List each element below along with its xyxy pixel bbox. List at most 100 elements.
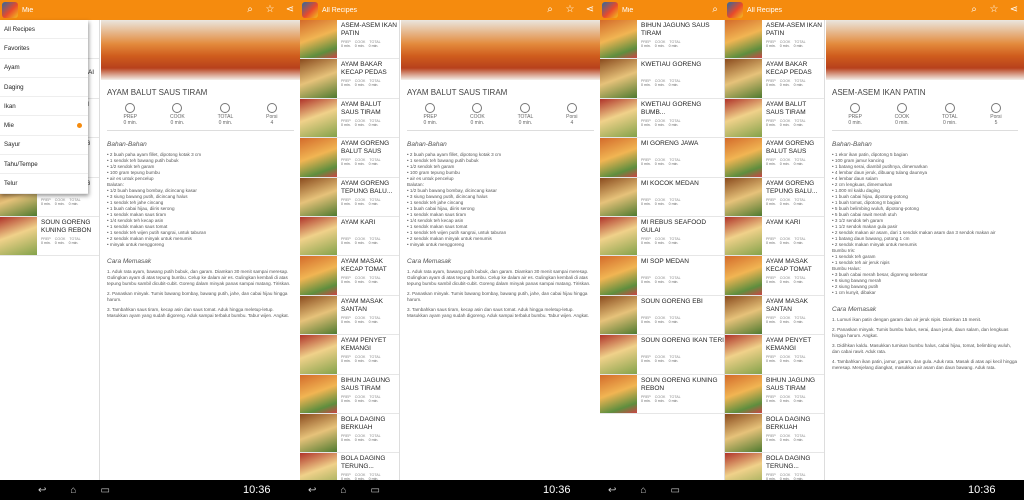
recipe-name: AYAM BALUT SAUS TIRAM — [766, 100, 807, 116]
search-icon[interactable]: ⌕ — [964, 0, 984, 20]
stat-value: 0 min. — [848, 120, 862, 126]
screen-3: Mie ⌕ BIHUN JAGUNG SAUS TIRAM PREP COOK TOT… — [600, 0, 725, 480]
share-icon[interactable]: ⋖ — [1004, 0, 1024, 20]
list-item[interactable]: BIHUN JAGUNG SAUS TIRAM PREP COOK TOTAL 0 mi… — [600, 20, 724, 60]
list-item[interactable]: AYAM GORENG TEPUNG BALU... PREP COOK TOTAL 0… — [725, 177, 824, 217]
back-icon[interactable]: ↩ — [308, 485, 316, 496]
star-icon[interactable]: ☆ — [560, 0, 580, 20]
time-value: 0 min. — [41, 240, 51, 245]
list-item[interactable]: BOLA DAGING TERUNG... PREP COOK TOTAL 0 min.… — [300, 453, 399, 480]
list-item[interactable]: BIHUN JAGUNG SAUS TIRAM PREP COOK TOTAL 0 mi… — [725, 374, 824, 414]
search-icon[interactable]: ⌕ — [240, 0, 260, 20]
list-item[interactable]: KWETIAU GORENG PREP COOK TOTAL 0 min. 0 min. 0… — [600, 59, 724, 99]
list-item[interactable]: AYAM GORENG TEPUNG BALU... PREP COOK TOTAL 0… — [300, 177, 399, 217]
list-item[interactable]: BOLA DAGING BERKUAH PREP COOK TOTAL 0 min. 0 … — [300, 413, 399, 454]
list-item[interactable]: MI SOP MEDANPREPCOOKTOTAL0 min.0 min.0 m… — [600, 256, 724, 296]
search-icon[interactable]: ⌕ — [705, 0, 725, 20]
menu-item-favorites[interactable]: Favorites — [0, 39, 88, 59]
time-value: 0 min. — [354, 201, 365, 206]
time-values: 0 min.0 min.0 min. — [766, 359, 824, 363]
time-value: 0 min. — [779, 359, 790, 364]
time-value: 0 min. — [354, 398, 365, 403]
time-values: 0 min.0 min.0 min. — [641, 320, 724, 324]
time-value: 0 min. — [793, 398, 804, 403]
app-logo-icon[interactable] — [727, 2, 743, 18]
app-logo-icon[interactable] — [602, 2, 618, 18]
recipe-name: ASEM-ASEM IKAN PATIN — [766, 22, 822, 37]
list-item[interactable]: BOLA DAGING BERKUAH PREP COOK TOTAL 0 min. 0 … — [725, 413, 824, 454]
list-item[interactable]: ASEM-ASEM IKAN PATIN PREP COOK TOTAL 0 min. 0… — [300, 20, 399, 60]
time-value: 0 min. — [668, 162, 679, 167]
action-bar-title[interactable]: All Recipes — [747, 7, 964, 14]
list-item-body: SOUN GORENG KUNING REBON PREP COOK TOTAL 0 m… — [37, 217, 99, 255]
list-item[interactable]: MI REBUS SEAFOOD GULAIPREPCOOKTOTAL0 min… — [600, 216, 724, 257]
action-bar-title[interactable]: All Recipes — [322, 7, 540, 14]
action-bar-title[interactable]: Mie — [622, 7, 705, 14]
list-item[interactable]: AYAM GORENG BALUT SAUS PREP COOK TOTAL 0 min… — [725, 138, 824, 178]
home-icon[interactable]: ⌂ — [70, 485, 76, 496]
list-item[interactable]: AYAM MASAK SANTAN PREP COOK TOTAL 0 min. 0 mi… — [300, 295, 399, 336]
home-icon[interactable]: ⌂ — [640, 485, 646, 496]
list-item[interactable]: ASEM-ASEM IKAN PATIN PREP COOK TOTAL 0 min. 0… — [725, 20, 824, 60]
list-item[interactable]: KWETIAU GORENG BUMB... PREP COOK TOTAL 0 min… — [600, 98, 724, 139]
back-icon[interactable]: ↩ — [38, 485, 46, 496]
stat-cook: COOK 0 min. — [170, 103, 185, 126]
list-item[interactable]: AYAM KARI PREP COOK TOTAL 0 min. 0 min. 0 min. — [725, 216, 824, 257]
menu-item-mie[interactable]: Mie — [0, 116, 88, 136]
time-values: 0 min.0 min.0 min. — [641, 83, 724, 87]
app-logo-icon[interactable] — [302, 2, 318, 18]
list-item[interactable]: AYAM GORENG BALUT SAUS PREP COOK TOTAL 0 min… — [300, 138, 399, 178]
step: 3. Didihkan kaldu. Masukkan tumisan bumb… — [832, 343, 1011, 354]
list-item[interactable]: BIHUN JAGUNG SAUS TIRAM PREP COOK TOTAL 0 mi… — [300, 374, 399, 414]
list-item[interactable]: AYAM BALUT SAUS TIRAM PREP COOK TOTAL 0 min.… — [725, 98, 824, 139]
search-icon[interactable]: ⌕ — [540, 0, 560, 20]
home-icon[interactable]: ⌂ — [340, 485, 346, 496]
back-icon[interactable]: ↩ — [608, 485, 616, 496]
recipe-stats: PREP 0 min. COOK 0 min. TOTAL 0 min. Porsi 5 — [832, 103, 1018, 131]
list-item[interactable]: SOUN GORENG EBIPREPCOOKTOTAL0 min.0 min.… — [600, 295, 724, 336]
list-item[interactable]: AYAM KARI PREP COOK TOTAL 0 min. 0 min. 0 min. — [300, 216, 399, 257]
app-logo-icon[interactable] — [2, 2, 18, 18]
star-icon[interactable]: ☆ — [260, 0, 280, 20]
recent-apps-icon[interactable]: ▭ — [370, 485, 379, 496]
list-item-body: AYAM KARI PREP COOK TOTAL 0 min. 0 min. 0 min. — [337, 217, 399, 255]
list-item[interactable]: MI KOCOK MEDAN PREP COOK TOTAL 0 min. 0 min. 0… — [600, 177, 724, 217]
list-item[interactable]: AYAM MASAK KECAP TOMAT PREP COOK TOTAL 0 min… — [300, 256, 399, 296]
menu-item-sayur[interactable]: Sayur — [0, 136, 88, 156]
list-item[interactable]: AYAM BAKAR KECAP PEDAS PREP COOK TOTAL 0 min… — [725, 59, 824, 99]
star-icon[interactable]: ☆ — [984, 0, 1004, 20]
list-item[interactable]: BOLA DAGING TERUNG... PREP COOK TOTAL 0 min.… — [725, 453, 824, 480]
list-item[interactable]: AYAM MASAK KECAP TOMAT PREP COOK TOTAL 0 min… — [725, 256, 824, 296]
menu-item-ikan[interactable]: Ikan — [0, 97, 88, 117]
time-value: 0 min. — [641, 44, 651, 48]
time-value: 0 min. — [779, 201, 790, 206]
recipe-thumbnail — [600, 59, 637, 98]
list-item-body: BIHUN JAGUNG SAUS TIRAM PREP COOK TOTAL 0 mi… — [762, 375, 824, 413]
list-item-body: AYAM MASAK KECAP TOMAT PREP COOK TOTAL 0 min… — [762, 256, 824, 294]
list-item[interactable]: AYAM BALUT SAUS TIRAM PREP COOK TOTAL 0 min.… — [300, 98, 399, 139]
list-item[interactable]: MI GORENG JAWA PREP COOK TOTAL 0 min. 0 min. 0… — [600, 138, 724, 178]
list-item-body: AYAM MASAK SANTAN PREP COOK TOTAL 0 min. 0 mi… — [337, 296, 399, 334]
share-icon[interactable]: ⋖ — [280, 0, 300, 20]
time-value: 0 min. — [654, 280, 665, 285]
list-item[interactable]: AYAM PENYET KEMANGI PREP COOK TOTAL 0 min. 0 … — [300, 335, 399, 375]
list-item[interactable]: SOUN GORENG IKAN TERIPREPCOOKTOTAL0 min.… — [600, 335, 724, 375]
list-item[interactable]: AYAM PENYET KEMANGI PREP COOK TOTAL 0 min. 0 … — [725, 335, 824, 375]
share-icon[interactable]: ⋖ — [580, 0, 600, 20]
time-value: 0 min. — [779, 437, 790, 442]
recipe-name: KWETIAU GORENG BUMB... — [641, 100, 702, 116]
clock-icon — [896, 103, 907, 113]
menu-item-ayam[interactable]: Ayam — [0, 59, 88, 78]
list-item[interactable]: SOUN GORENG KUNING REBON PREP COOK TOTAL 0 m… — [0, 216, 99, 257]
recent-apps-icon[interactable]: ▭ — [670, 485, 679, 496]
time-value: 0 min. — [793, 201, 804, 206]
stat-total: TOTAL 0 min. — [942, 103, 958, 126]
menu-item-daging[interactable]: Daging — [0, 78, 88, 98]
menu-item-all-recipes[interactable]: All Recipes — [0, 20, 88, 40]
list-item[interactable]: AYAM MASAK SANTAN PREP COOK TOTAL 0 min. 0 mi… — [725, 295, 824, 336]
menu-item-telur[interactable]: Telur — [0, 174, 88, 194]
list-item[interactable]: AYAM BAKAR KECAP PEDAS PREP COOK TOTAL 0 min… — [300, 59, 399, 99]
menu-item-tahu-tempe[interactable]: Tahu/Tempe — [0, 155, 88, 175]
recent-apps-icon[interactable]: ▭ — [100, 485, 109, 496]
list-item[interactable]: SOUN GORENG KUNING REBON PREP COOK TOTAL 0 m… — [600, 374, 724, 414]
